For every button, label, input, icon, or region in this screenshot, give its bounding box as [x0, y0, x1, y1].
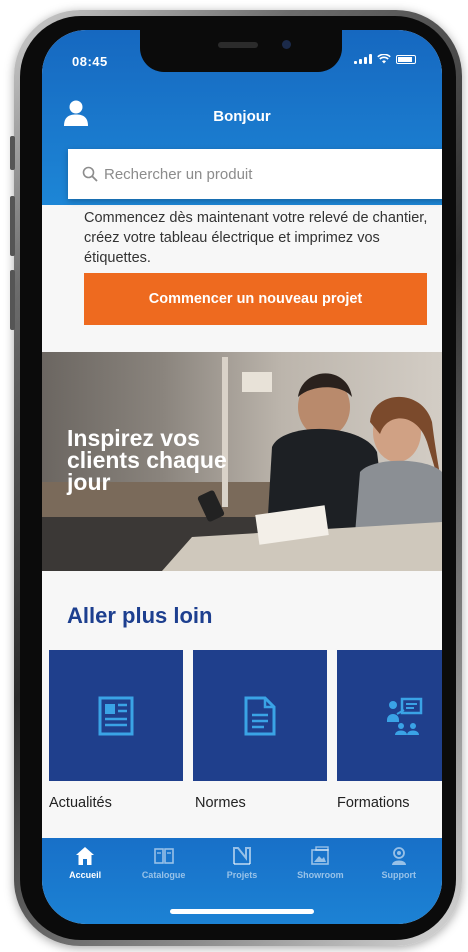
search-bar[interactable]	[68, 149, 442, 199]
card-label: Actualités	[49, 795, 112, 811]
card-label: Formations	[337, 795, 410, 811]
support-icon	[391, 847, 406, 865]
tab-support[interactable]: Support	[362, 846, 436, 880]
signal-icon	[354, 54, 372, 64]
tab-showroom[interactable]: Showroom	[283, 846, 357, 880]
card-tile	[49, 650, 183, 781]
catalogue-icon	[153, 848, 174, 864]
tab-label: Support	[381, 870, 417, 880]
battery-icon	[396, 55, 416, 64]
document-icon	[244, 696, 276, 735]
card-formations[interactable]: Formations	[337, 650, 442, 811]
volume-down-button	[10, 270, 15, 330]
notch	[140, 30, 342, 72]
card-normes[interactable]: Normes	[193, 650, 327, 811]
front-camera	[282, 40, 291, 49]
card-tile	[193, 650, 327, 781]
silent-switch	[10, 136, 15, 170]
card-actualites[interactable]: Actualités	[49, 650, 183, 811]
volume-up-button	[10, 196, 15, 256]
card-row: Actualités Normes Formations	[49, 650, 442, 811]
section-title: Aller plus loin	[67, 603, 213, 628]
home-icon	[76, 847, 95, 865]
news-icon	[98, 696, 134, 735]
tab-accueil[interactable]: Accueil	[48, 846, 122, 880]
tab-label: Showroom	[297, 870, 344, 880]
intro-text: Commencez dès maintenant votre relevé de…	[84, 210, 428, 266]
tab-projets[interactable]: Projets	[205, 846, 279, 880]
home-indicator[interactable]	[170, 909, 314, 914]
card-label: Normes	[195, 795, 246, 811]
status-time: 08:45	[72, 54, 108, 69]
search-icon	[82, 166, 98, 182]
tab-bar: Accueil Catalogue Projets Showroom Suppo…	[42, 838, 442, 924]
tab-label: Catalogue	[141, 870, 186, 880]
status-icons	[354, 54, 416, 64]
new-project-button[interactable]: Commencer un nouveau projet	[84, 273, 427, 325]
card-tile	[337, 650, 442, 781]
showroom-icon	[311, 846, 330, 865]
tab-catalogue[interactable]: Catalogue	[127, 846, 201, 880]
tab-label: Accueil	[69, 870, 102, 880]
training-icon	[387, 697, 423, 735]
banner-text: Inspirez vos clients chaque jour	[67, 425, 227, 495]
search-input[interactable]	[104, 165, 442, 183]
tab-label: Projets	[226, 870, 258, 880]
inspiration-banner[interactable]: Inspirez vos clients chaque jour	[42, 352, 442, 571]
app-screen: 08:45 Bonjour Commencez	[42, 30, 442, 924]
wifi-icon	[377, 54, 391, 64]
projects-icon	[232, 847, 251, 865]
speaker	[218, 42, 258, 48]
greeting-title: Bonjour	[213, 108, 271, 125]
